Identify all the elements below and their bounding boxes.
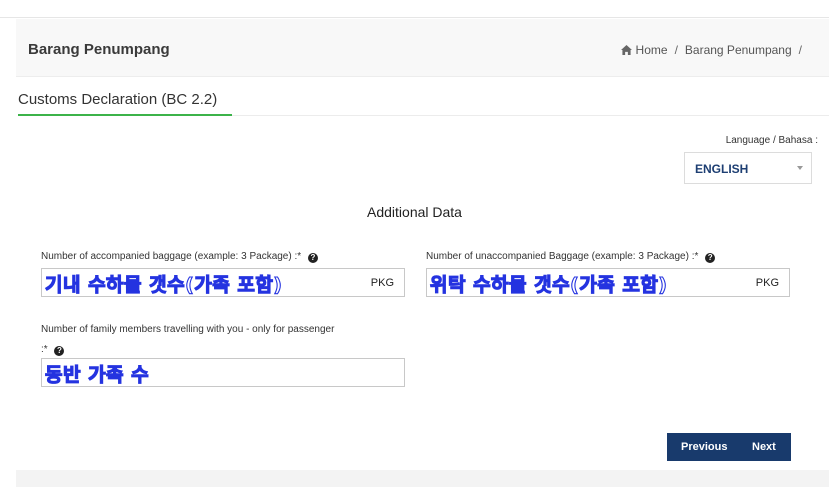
section-title: Additional Data bbox=[367, 204, 462, 220]
language-selected-value: ENGLISH bbox=[695, 162, 749, 176]
family-members-input[interactable]: 동반 가족 수 bbox=[41, 358, 405, 387]
language-label: Language / Bahasa : bbox=[725, 135, 818, 146]
page-header: Barang Penumpang Home / Barang Penumpang… bbox=[16, 19, 829, 77]
accompanied-baggage-value: 기내 수하물 갯수(가족 포함) bbox=[44, 273, 283, 296]
breadcrumb-home-link[interactable]: Home bbox=[636, 43, 668, 57]
unaccompanied-baggage-label: Number of unaccompanied Baggage (example… bbox=[426, 250, 716, 264]
family-members-value: 동반 가족 수 bbox=[44, 363, 150, 386]
breadcrumb-current: Barang Penumpang bbox=[684, 43, 792, 57]
unaccompanied-baggage-input[interactable]: 위탁 수하물 갯수(가족 포함) PKG bbox=[426, 268, 790, 297]
unaccompanied-baggage-unit: PKG bbox=[755, 277, 779, 289]
top-strip bbox=[0, 0, 829, 18]
footer-strip bbox=[16, 470, 829, 487]
page-title: Barang Penumpang bbox=[28, 41, 170, 58]
home-icon bbox=[620, 45, 632, 55]
language-select[interactable]: ENGLISH bbox=[684, 152, 812, 184]
breadcrumb: Home / Barang Penumpang / bbox=[620, 43, 805, 57]
accompanied-baggage-unit: PKG bbox=[370, 277, 394, 289]
unaccompanied-baggage-value: 위탁 수하물 갯수(가족 포함) bbox=[429, 273, 668, 296]
previous-button[interactable]: Previous bbox=[667, 433, 747, 461]
help-icon[interactable]: ? bbox=[705, 253, 716, 263]
breadcrumb-separator: / bbox=[798, 43, 802, 57]
family-members-required-mark: :* bbox=[41, 344, 48, 355]
tab-divider bbox=[232, 115, 829, 116]
accompanied-baggage-label: Number of accompanied baggage (example: … bbox=[41, 250, 318, 264]
next-button[interactable]: Next bbox=[747, 433, 776, 461]
tab-active-underline bbox=[18, 114, 232, 116]
help-icon[interactable]: ? bbox=[54, 346, 65, 356]
tab-customs-declaration[interactable]: Customs Declaration (BC 2.2) bbox=[18, 91, 217, 108]
chevron-down-icon bbox=[797, 166, 803, 170]
accompanied-baggage-input[interactable]: 기내 수하물 갯수(가족 포함) PKG bbox=[41, 268, 405, 297]
family-members-label-text: Number of family members travelling with… bbox=[41, 324, 335, 335]
help-icon[interactable]: ? bbox=[307, 253, 318, 263]
family-members-label: Number of family members travelling with… bbox=[41, 323, 411, 357]
wizard-navigation: Previous Next bbox=[667, 433, 791, 461]
unaccompanied-baggage-label-text: Number of unaccompanied Baggage (example… bbox=[426, 251, 699, 262]
breadcrumb-separator: / bbox=[674, 43, 678, 57]
accompanied-baggage-label-text: Number of accompanied baggage (example: … bbox=[41, 251, 302, 262]
